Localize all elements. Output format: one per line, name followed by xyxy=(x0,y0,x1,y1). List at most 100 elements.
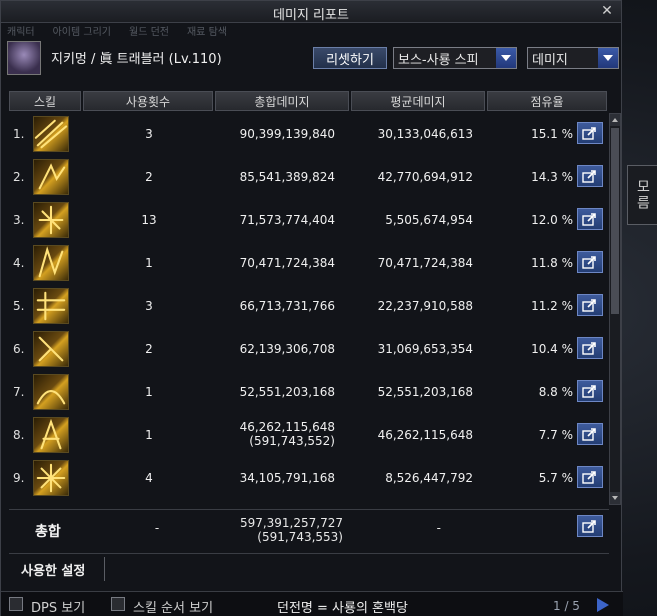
row-avg: 52,551,203,168 xyxy=(377,385,473,399)
row-rank: 4. xyxy=(13,256,25,270)
col-count[interactable]: 사용횟수 xyxy=(83,91,213,111)
share-icon[interactable] xyxy=(577,423,603,445)
row-total-value: 46,262,115,648 xyxy=(239,420,335,434)
scroll-thumb[interactable] xyxy=(611,128,619,314)
used-settings-tab[interactable]: 사용한 설정 xyxy=(13,557,105,581)
row-share: 11.8 % xyxy=(531,256,573,270)
row-total-value: 85,541,389,824 xyxy=(239,170,335,184)
close-icon[interactable]: ✕ xyxy=(599,3,615,19)
row-avg: 31,069,653,354 xyxy=(377,342,473,356)
dungeon-name: 던전명 = 사룡의 혼백당 xyxy=(277,601,408,616)
table-row[interactable]: 6. 2 62,139,306,708 31,069,653,354 10.4 % xyxy=(9,328,609,371)
row-total: 62,139,306,708 xyxy=(219,342,335,356)
col-avg[interactable]: 평균데미지 xyxy=(351,91,485,111)
share-icon[interactable] xyxy=(577,466,603,488)
row-total-value: 70,471,724,384 xyxy=(239,256,335,270)
row-total-sub: (591,743,552) xyxy=(249,434,335,448)
table-row[interactable]: 2. 2 85,541,389,824 42,770,694,912 14.3 % xyxy=(9,156,609,199)
table-row[interactable]: 8. 1 46,262,115,648 (591,743,552) 46,262,115… xyxy=(9,414,609,457)
row-count: 1 xyxy=(145,256,153,270)
row-total: 66,713,731,766 xyxy=(219,299,335,313)
row-total: 85,541,389,824 xyxy=(219,170,335,184)
row-share: 7.7 % xyxy=(538,428,573,442)
divider xyxy=(9,553,609,554)
page-indicator: 1 / 5 xyxy=(553,599,580,613)
row-rank: 8. xyxy=(13,428,25,442)
bg-tab: 재료 탐색 xyxy=(186,27,227,38)
scroll-down-icon[interactable] xyxy=(610,492,620,504)
skill-icon xyxy=(33,245,69,281)
skill-order-checkbox[interactable] xyxy=(111,597,125,611)
share-icon[interactable] xyxy=(577,380,603,402)
boss-select[interactable]: 보스-사룡 스피 xyxy=(393,47,517,69)
next-page-icon[interactable] xyxy=(597,598,609,612)
row-avg: 8,526,447,792 xyxy=(385,471,473,485)
row-rank: 6. xyxy=(13,342,25,356)
skill-icon xyxy=(33,116,69,152)
total-damage: 597,391,257,727 (591,743,553) xyxy=(219,516,343,544)
dps-label[interactable]: DPS 보기 xyxy=(31,597,85,616)
scrollbar[interactable] xyxy=(609,113,621,505)
background-tabs: 캐릭터 아이템 그리기 월드 던전 재료 탐색 xyxy=(1,23,301,39)
skill-icon xyxy=(33,331,69,367)
row-rank: 9. xyxy=(13,471,25,485)
row-count: 2 xyxy=(145,342,153,356)
row-rank: 2. xyxy=(13,170,25,184)
skill-order-label[interactable]: 스킬 순서 보기 xyxy=(133,597,213,616)
row-count: 1 xyxy=(145,428,153,442)
col-total[interactable]: 총합데미지 xyxy=(215,91,349,111)
damage-report-window: 데미지 리포트 ✕ 캐릭터 아이템 그리기 월드 던전 재료 탐색 지키멍 / … xyxy=(0,0,623,616)
row-count: 2 xyxy=(145,170,153,184)
side-tab[interactable]: 모름 xyxy=(627,165,657,225)
skill-table: 스킬 사용횟수 총합데미지 평균데미지 점유율 1. 3 90,399,139,84… xyxy=(9,91,621,506)
table-row[interactable]: 5. 3 66,713,731,766 22,237,910,588 11.2 % xyxy=(9,285,609,328)
table-row[interactable]: 7. 1 52,551,203,168 52,551,203,168 8.8 % xyxy=(9,371,609,414)
row-total: 52,551,203,168 xyxy=(219,385,335,399)
scroll-up-icon[interactable] xyxy=(610,114,620,126)
avatar xyxy=(7,41,41,75)
row-rank: 5. xyxy=(13,299,25,313)
dps-checkbox[interactable] xyxy=(9,597,23,611)
share-icon[interactable] xyxy=(577,251,603,273)
chevron-down-icon[interactable] xyxy=(496,48,516,68)
share-icon[interactable] xyxy=(577,515,603,537)
row-total: 70,471,724,384 xyxy=(219,256,335,270)
reset-button[interactable]: 리셋하기 xyxy=(313,47,387,69)
table-row[interactable]: 1. 3 90,399,139,840 30,133,046,613 15.1 % xyxy=(9,113,609,156)
share-icon[interactable] xyxy=(577,122,603,144)
row-share: 15.1 % xyxy=(531,127,573,141)
total-avg: - xyxy=(436,521,441,535)
row-share: 5.7 % xyxy=(538,471,573,485)
titlebar[interactable]: 데미지 리포트 ✕ xyxy=(1,1,621,23)
chevron-down-icon[interactable] xyxy=(598,48,618,68)
row-avg: 42,770,694,912 xyxy=(377,170,473,184)
bg-tab: 월드 던전 xyxy=(129,27,169,38)
row-avg: 30,133,046,613 xyxy=(377,127,473,141)
share-icon[interactable] xyxy=(577,208,603,230)
row-count: 3 xyxy=(145,127,153,141)
row-share: 14.3 % xyxy=(531,170,573,184)
share-icon[interactable] xyxy=(577,294,603,316)
row-count: 1 xyxy=(145,385,153,399)
col-share[interactable]: 점유율 xyxy=(487,91,607,111)
row-total-value: 90,399,139,840 xyxy=(239,127,335,141)
row-count: 4 xyxy=(145,471,153,485)
boss-select-value: 보스-사룡 스피 xyxy=(398,52,479,68)
skill-icon xyxy=(33,159,69,195)
report-header: 지키멍 / 眞 트래블러 (Lv.110) 리셋하기 보스-사룡 스피 데미지 xyxy=(5,39,619,77)
table-row[interactable]: 3. 13 71,573,774,404 5,505,674,954 12.0 % xyxy=(9,199,609,242)
row-total: 90,399,139,840 xyxy=(219,127,335,141)
row-total-value: 71,573,774,404 xyxy=(239,213,335,227)
row-avg: 46,262,115,648 xyxy=(377,428,473,442)
col-skill[interactable]: 스킬 xyxy=(9,91,81,111)
row-avg: 22,237,910,588 xyxy=(377,299,473,313)
damage-type-select[interactable]: 데미지 xyxy=(527,47,619,69)
share-icon[interactable] xyxy=(577,165,603,187)
total-damage-sub: (591,743,553) xyxy=(257,530,343,544)
share-icon[interactable] xyxy=(577,337,603,359)
table-row[interactable]: 4. 1 70,471,724,384 70,471,724,384 11.8 % xyxy=(9,242,609,285)
skill-icon xyxy=(33,417,69,453)
table-row[interactable]: 9. 4 34,105,791,168 8,526,447,792 5.7 % xyxy=(9,457,609,500)
row-total-value: 66,713,731,766 xyxy=(239,299,335,313)
row-rank: 3. xyxy=(13,213,25,227)
